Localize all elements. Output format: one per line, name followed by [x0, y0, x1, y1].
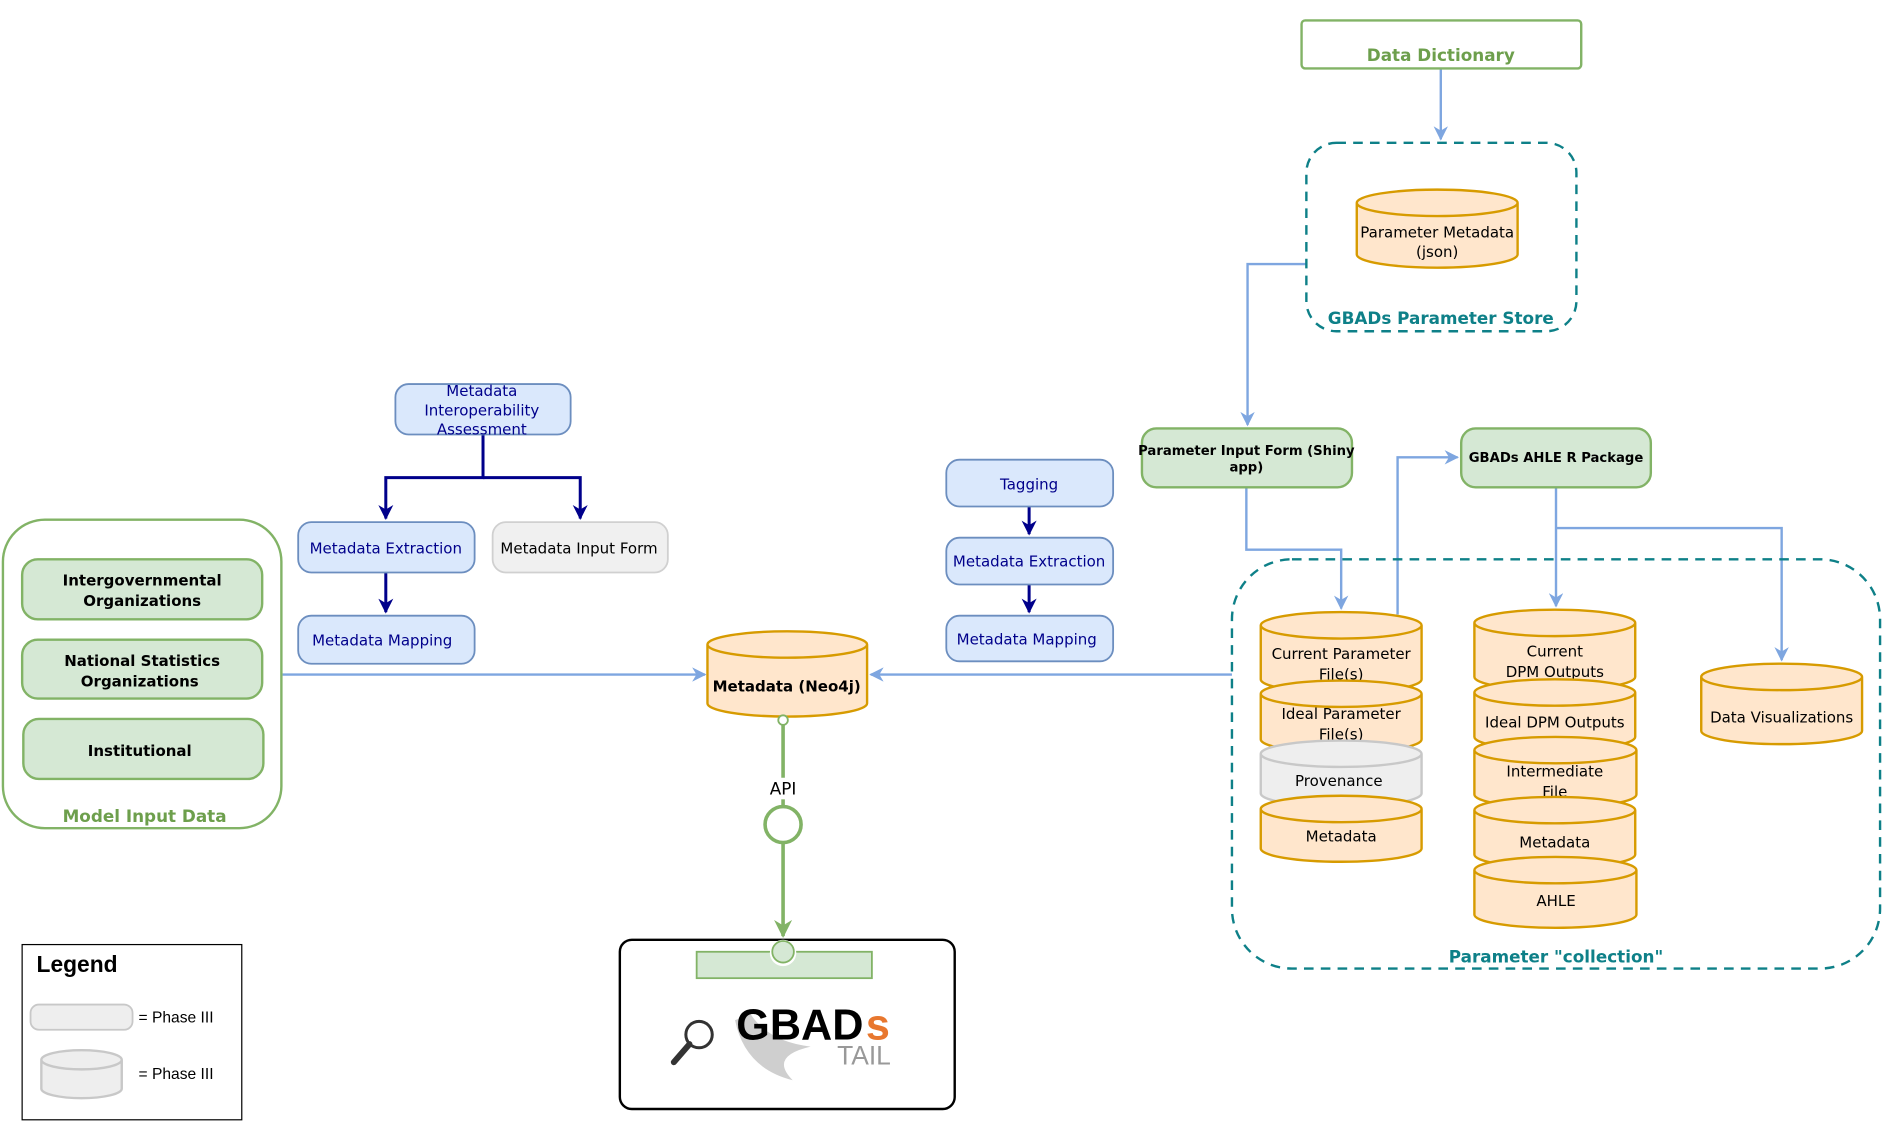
model-input-label: Model Input Data: [63, 806, 227, 826]
arrow-store-to-input-form: [1240, 262, 1307, 427]
interop-line3: Assessment: [437, 420, 527, 438]
api-interface-icon: [763, 804, 803, 845]
logo-sub: TAIL: [837, 1041, 891, 1071]
parameter-collection-label: Parameter "collection": [1449, 947, 1663, 967]
legend-cylinder-label: = Phase III: [139, 1066, 214, 1083]
metadata-input-form-label: Metadata Input Form: [500, 539, 657, 557]
stack2-item1-line1: Current: [1527, 643, 1583, 661]
model-input-item1-line2: Organizations: [83, 592, 201, 610]
stack2-item3-line1: Intermediate: [1506, 763, 1603, 781]
legend-box-swatch: [29, 1003, 134, 1031]
api-socket-icon: [771, 940, 795, 964]
model-input-item2-line1: National Statistics: [64, 652, 220, 670]
parameter-metadata-line2: (json): [1416, 243, 1458, 261]
arrow-input-form-to-current-params: [1245, 487, 1349, 610]
model-input-item1-line1: Intergovernmental: [63, 572, 222, 590]
stack1-item3: Provenance: [1295, 772, 1383, 790]
api-label: API: [770, 779, 797, 799]
stack1-item2-line1: Ideal Parameter: [1281, 705, 1401, 723]
model-input-item3: Institutional: [88, 742, 192, 760]
legend-cylinder-swatch: [40, 1048, 123, 1100]
metadata-extraction-label-2: Metadata Extraction: [953, 553, 1105, 571]
interop-line1: Metadata: [446, 382, 517, 400]
parameter-files-stack: Current Parameter File(s) Ideal Paramete…: [1259, 610, 1423, 863]
arrow-interop-to-extraction: [378, 434, 485, 520]
stack2-item4: Metadata: [1519, 833, 1590, 851]
interop-line2: Interoperability: [424, 401, 539, 419]
parameter-input-form-line2: app): [1229, 461, 1263, 476]
stack1-item4: Metadata: [1306, 827, 1377, 845]
data-visualizations-cylinder[interactable]: [1700, 662, 1864, 746]
stack2-item2: Ideal DPM Outputs: [1485, 713, 1625, 731]
legend-title: Legend: [37, 951, 118, 977]
metadata-neo4j-cylinder[interactable]: [706, 630, 869, 718]
dpm-outputs-stack: Current DPM Outputs Ideal DPM Outputs In…: [1473, 608, 1638, 929]
metadata-extraction-label: Metadata Extraction: [310, 539, 462, 557]
architecture-diagram: Data Dictionary Parameter Metadata (json…: [1, 19, 1882, 1121]
stack1-item1-line1: Current Parameter: [1272, 645, 1412, 663]
api-connector: API: [763, 714, 803, 938]
model-input-item2-line2: Organizations: [81, 673, 199, 691]
data-visualizations-label: Data Visualizations: [1710, 709, 1853, 727]
parameter-input-form-line1: Parameter Input Form (Shiny: [1138, 444, 1355, 459]
stack2-item5: AHLE: [1536, 892, 1575, 910]
arrow-interop-to-input-form: [483, 476, 588, 520]
data-dictionary-label: Data Dictionary: [1367, 45, 1515, 65]
parameter-metadata-line1: Parameter Metadata: [1360, 224, 1514, 242]
tagging-label: Tagging: [999, 476, 1058, 494]
legend-box-label: = Phase III: [139, 1010, 214, 1027]
arrow-current-params-to-ahle: [1396, 450, 1460, 615]
parameter-store-label: GBADs Parameter Store: [1328, 308, 1554, 328]
metadata-neo4j-label: Metadata (Neo4j): [713, 677, 861, 695]
metadata-mapping-label: Metadata Mapping: [312, 632, 452, 650]
ahle-package-label: GBADs AHLE R Package: [1469, 451, 1644, 466]
metadata-mapping-label-2: Metadata Mapping: [957, 631, 1097, 649]
